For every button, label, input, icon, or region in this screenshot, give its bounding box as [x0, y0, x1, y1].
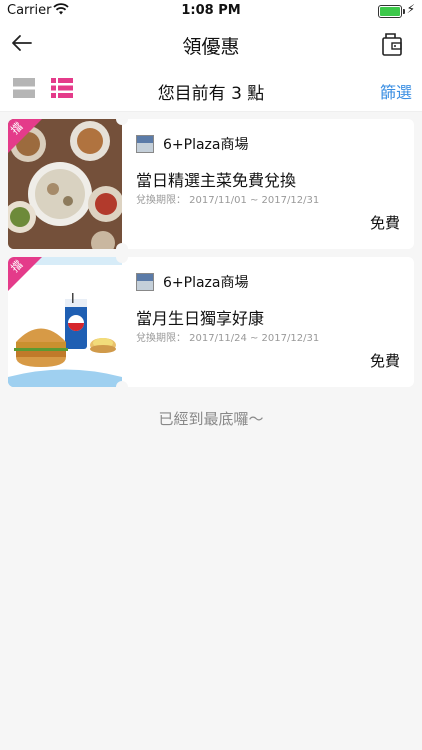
store-name: 6+Plaza商場: [163, 137, 249, 153]
points-balance: 您目前有 3 點: [157, 84, 265, 104]
store-name: 6+Plaza商場: [163, 275, 249, 291]
status-bar: Carrier 1:08 PM ⚡: [0, 0, 422, 22]
coupon-period: 兌換期限： 2017/11/01 ~ 2017/12/31: [136, 195, 320, 206]
coupon-title: 當月生日獨享好康: [136, 309, 265, 328]
coupon-card[interactable]: 擋 6+Plaza商場 當月生日獨享好康 兌換期限： 2017/11/24 ~ …: [8, 257, 414, 387]
store-logo: [136, 273, 154, 291]
nav-bar: 領優惠: [0, 22, 422, 67]
coupon-list: 擋 6+Plaza商場 當日精選主菜免費兌換 兌換期限： 2017/11/01 …: [0, 112, 422, 429]
wallet-icon[interactable]: [380, 30, 404, 58]
filter-bar: 您目前有 3 點 篩選: [0, 67, 422, 112]
store-logo: [136, 135, 154, 153]
battery-icon: [378, 5, 405, 18]
end-of-list-text: 已經到最底囉～: [158, 410, 264, 428]
coupon-content: 6+Plaza商場 當月生日獨享好康 兌換期限： 2017/11/24 ~ 20…: [136, 257, 400, 387]
ticket-notch: [116, 381, 128, 387]
store-row: 6+Plaza商場: [136, 134, 248, 154]
coupon-period: 兌換期限： 2017/11/24 ~ 2017/12/31: [136, 333, 320, 344]
coupon-title: 當日精選主菜免費兌換: [136, 171, 297, 190]
ticket-notch: [116, 243, 128, 249]
page-title: 領優惠: [182, 36, 240, 58]
status-time: 1:08 PM: [181, 3, 241, 18]
charging-icon: ⚡: [406, 2, 415, 16]
filter-button[interactable]: 篩選: [380, 79, 412, 103]
coupon-card[interactable]: 擋 6+Plaza商場 當日精選主菜免費兌換 兌換期限： 2017/11/01 …: [8, 119, 414, 249]
coupon-content: 6+Plaza商場 當日精選主菜免費兌換 兌換期限： 2017/11/01 ~ …: [136, 119, 400, 249]
coupon-price: 免費: [369, 214, 400, 232]
coupon-price: 免費: [369, 352, 400, 370]
store-row: 6+Plaza商場: [136, 272, 248, 292]
